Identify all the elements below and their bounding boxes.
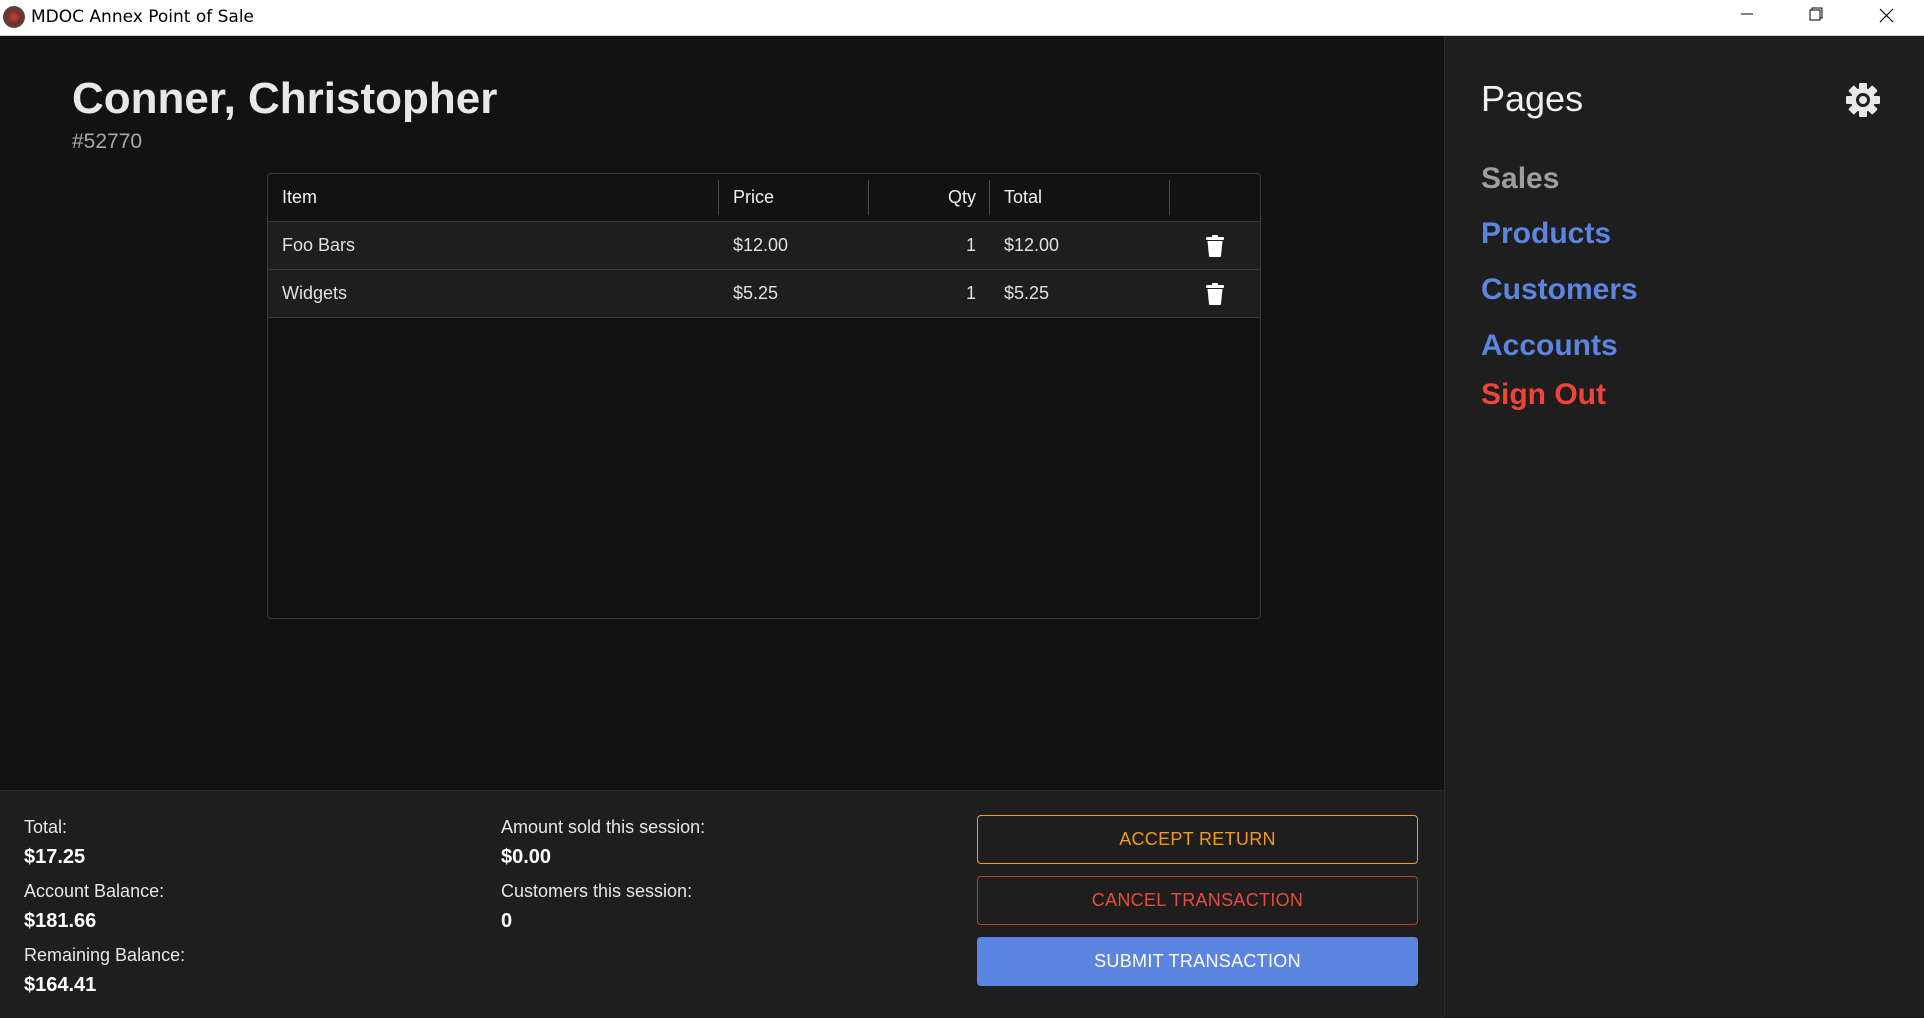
cart-table-header: Item Price Qty Total <box>268 174 1260 222</box>
remaining-balance-value: $164.41 <box>24 974 97 996</box>
nav-item-accounts[interactable]: Accounts <box>1481 329 1618 363</box>
total-label: Total: <box>24 817 68 837</box>
maximize-button[interactable] <box>1781 0 1851 35</box>
column-header-price[interactable]: Price <box>719 174 869 221</box>
column-header-actions <box>1170 174 1260 221</box>
cell-total: $5.25 <box>1004 283 1050 303</box>
amount-sold-label: Amount sold this session: <box>501 817 706 837</box>
customer-id: #52770 <box>72 130 143 153</box>
settings-button[interactable] <box>1843 80 1883 120</box>
cell-actions <box>1170 222 1260 269</box>
customers-session-label: Customers this session: <box>501 881 693 901</box>
cell-price: $5.25 <box>733 283 779 303</box>
account-balance-label: Account Balance: <box>24 881 165 901</box>
accept-return-button[interactable]: ACCEPT RETURN <box>977 815 1418 864</box>
cart-table: Item Price Qty Total Foo Bars $12.00 1 $… <box>267 173 1261 619</box>
cell-price: $12.00 <box>733 235 789 255</box>
main-content: Conner, Christopher #52770 Item Price Qt… <box>0 36 1444 790</box>
cell-qty: 1 <box>965 283 976 303</box>
amount-sold-value: $0.00 <box>501 846 552 868</box>
window-titlebar: MDOC Annex Point of Sale <box>0 0 1924 36</box>
cell-actions <box>1170 270 1260 317</box>
maximize-icon <box>1809 7 1823 21</box>
trash-icon[interactable] <box>1206 282 1224 305</box>
sidebar: Pages Sales Products Customers Accounts … <box>1444 36 1924 1017</box>
cell-item: Foo Bars <box>282 235 356 255</box>
gear-icon <box>1846 83 1880 117</box>
cell-item: Widgets <box>282 283 348 303</box>
table-row[interactable]: Widgets $5.25 1 $5.25 <box>268 270 1260 318</box>
nav-item-sign-out[interactable]: Sign Out <box>1481 378 1606 412</box>
transaction-summary-panel: Total: $17.25 Account Balance: $181.66 R… <box>0 790 1444 1018</box>
nav-item-sales[interactable]: Sales <box>1481 162 1559 196</box>
column-header-total[interactable]: Total <box>990 174 1170 221</box>
column-header-item[interactable]: Item <box>268 174 719 221</box>
customers-session-value: 0 <box>501 910 513 932</box>
nav-item-products[interactable]: Products <box>1481 217 1611 251</box>
customer-name: Conner, Christopher <box>72 74 498 123</box>
trash-icon[interactable] <box>1206 234 1224 257</box>
close-button[interactable] <box>1851 0 1921 35</box>
minimize-icon <box>1741 13 1753 15</box>
window-title: MDOC Annex Point of Sale <box>31 7 255 27</box>
nav-item-customers[interactable]: Customers <box>1481 273 1638 307</box>
minimize-button[interactable] <box>1711 0 1781 35</box>
cell-total: $12.00 <box>1004 235 1060 255</box>
app-logo-icon <box>3 6 25 28</box>
cell-qty: 1 <box>965 235 976 255</box>
cancel-transaction-button[interactable]: CANCEL TRANSACTION <box>977 876 1418 925</box>
submit-transaction-button[interactable]: SUBMIT TRANSACTION <box>977 937 1418 986</box>
column-header-qty[interactable]: Qty <box>869 174 990 221</box>
table-row[interactable]: Foo Bars $12.00 1 $12.00 <box>268 222 1260 270</box>
remaining-balance-label: Remaining Balance: <box>24 945 186 965</box>
total-value: $17.25 <box>24 846 86 868</box>
close-icon <box>1879 8 1894 23</box>
sidebar-title: Pages <box>1481 78 1584 119</box>
account-balance-value: $181.66 <box>24 910 97 932</box>
